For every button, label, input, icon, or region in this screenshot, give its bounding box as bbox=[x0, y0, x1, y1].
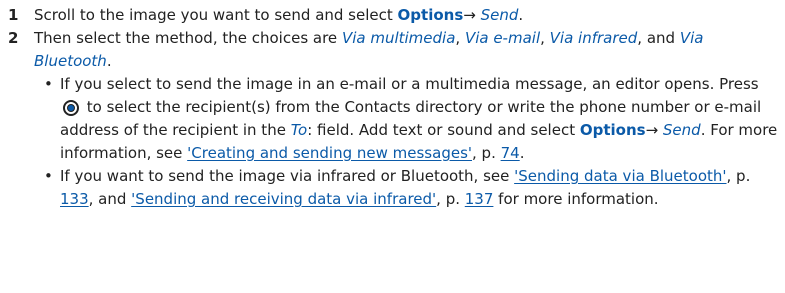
step-text-end: . bbox=[106, 52, 112, 70]
instructions: 1 Scroll to the image you want to send a… bbox=[0, 0, 785, 211]
bullet-infrared-bluetooth: • If you want to send the image via infr… bbox=[8, 165, 785, 211]
arrow-icon: → bbox=[463, 6, 481, 24]
separator: , and bbox=[637, 29, 680, 47]
send-label: Send bbox=[480, 6, 519, 24]
link-page-137[interactable]: 137 bbox=[465, 190, 494, 208]
bullet-text: If you want to send the image via infrar… bbox=[60, 167, 515, 185]
step-1: 1 Scroll to the image you want to send a… bbox=[8, 4, 785, 27]
options-label: Options bbox=[397, 6, 464, 24]
bullet-text: , and bbox=[88, 190, 132, 208]
link-page-133[interactable]: 133 bbox=[60, 190, 89, 208]
link-sending-bluetooth[interactable]: 'Sending data via Bluetooth' bbox=[514, 167, 726, 185]
bullet-marker: • bbox=[44, 75, 53, 93]
bullet-marker: • bbox=[44, 167, 53, 185]
step-text: Scroll to the image you want to send and… bbox=[34, 6, 398, 24]
bullet-email-multimedia: • If you select to send the image in an … bbox=[8, 73, 785, 165]
link-creating-messages[interactable]: 'Creating and sending new messages' bbox=[187, 144, 472, 162]
options-label: Options bbox=[579, 121, 646, 139]
option-via-multimedia: Via multimedia bbox=[341, 29, 456, 47]
step-2: 2 Then select the method, the choices ar… bbox=[8, 27, 785, 73]
bullet-text: If you select to send the image in an e-… bbox=[60, 75, 759, 93]
step-text: Then select the method, the choices are bbox=[34, 29, 342, 47]
scroll-key-icon bbox=[63, 100, 79, 116]
step-number: 2 bbox=[8, 29, 19, 47]
link-page-74[interactable]: 74 bbox=[501, 144, 520, 162]
link-sending-infrared[interactable]: 'Sending and receiving data via infrared… bbox=[131, 190, 436, 208]
step-text-end: . bbox=[518, 6, 524, 24]
page-prefix: , p. bbox=[472, 144, 501, 162]
bullet-text: for more information. bbox=[493, 190, 659, 208]
to-field-label: To bbox=[290, 121, 308, 139]
page-prefix: , p. bbox=[726, 167, 751, 185]
page-prefix: , p. bbox=[436, 190, 465, 208]
arrow-icon: → bbox=[645, 121, 663, 139]
bullet-text: . bbox=[519, 144, 525, 162]
option-via-infrared: Via infrared bbox=[549, 29, 638, 47]
send-label: Send bbox=[662, 121, 701, 139]
separator: , bbox=[540, 29, 550, 47]
option-via-email: Via e-mail bbox=[464, 29, 541, 47]
separator: , bbox=[455, 29, 465, 47]
step-number: 1 bbox=[8, 6, 19, 24]
bullet-text: : field. Add text or sound and select bbox=[307, 121, 580, 139]
